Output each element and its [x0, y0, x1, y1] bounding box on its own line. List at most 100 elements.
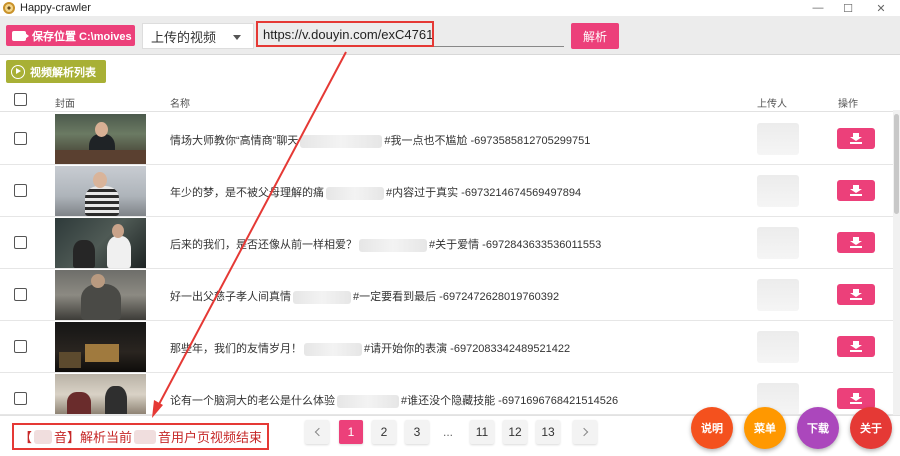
- video-thumbnail[interactable]: [55, 218, 146, 268]
- row-checkbox[interactable]: [14, 288, 27, 301]
- video-title-start: 情场大师教你“高情商”聊天: [170, 135, 299, 147]
- video-thumbnail[interactable]: [55, 374, 146, 414]
- folder-icon: [12, 30, 29, 41]
- video-title-end: #请开始你的表演 -6972083342489521422: [364, 343, 571, 355]
- download-icon: [850, 185, 862, 196]
- video-list-label: 视频解析列表: [30, 66, 96, 79]
- row-checkbox[interactable]: [14, 236, 27, 249]
- help-fab-button[interactable]: 说明: [691, 407, 733, 449]
- video-title-end: #内容过于真实 -6973214674569497894: [386, 187, 582, 199]
- row-checkbox[interactable]: [14, 184, 27, 197]
- video-title-end: #关于爱情 -6972843633536011553: [429, 239, 602, 251]
- window-title: Happy-crawler: [20, 2, 91, 14]
- title-bar: Happy-crawler: [0, 0, 900, 16]
- download-icon: [850, 341, 862, 352]
- chevron-left-icon: [314, 427, 323, 437]
- video-title-start: 论有一个脑洞大的老公是什么体验: [170, 395, 335, 407]
- menu-fab-button[interactable]: 菜单: [744, 407, 786, 449]
- video-title: 年少的梦，是不被父母理解的痛 #内容过于真实 -69732146745694978…: [170, 184, 581, 200]
- video-thumbnail[interactable]: [55, 166, 146, 216]
- table-row: 情场大师教你“高情商”聊天 #我一点也不尴尬 -69735858127052997…: [0, 113, 900, 165]
- download-fab-button[interactable]: 下载: [797, 407, 839, 449]
- save-location-button[interactable]: 保存位置 C:\moives: [6, 25, 135, 46]
- column-cover: 封面: [55, 99, 75, 110]
- video-title-start: 好一出父慈子孝人间真情: [170, 291, 291, 303]
- status-middle: 音】解析当前: [54, 430, 133, 445]
- redacted-text: [134, 429, 157, 444]
- download-button[interactable]: [837, 336, 875, 357]
- status-prefix: 【: [19, 430, 33, 445]
- status-message: 【 音】解析当前 音用户页视频结束: [12, 423, 270, 450]
- download-icon: [850, 133, 862, 144]
- page-button-1[interactable]: 1: [339, 420, 363, 444]
- download-button[interactable]: [837, 284, 875, 305]
- column-name: 名称: [170, 99, 190, 110]
- video-title: 好一出父慈子孝人间真情 #一定要看到最后 -6972472628019760392: [170, 288, 559, 304]
- redacted-text: [326, 186, 384, 200]
- redacted-text: [34, 429, 53, 444]
- download-button[interactable]: [837, 388, 875, 409]
- download-button[interactable]: [837, 128, 875, 149]
- page-button-2[interactable]: 2: [372, 420, 396, 444]
- redacted-text: [337, 394, 399, 408]
- video-title-end: #一定要看到最后 -6972472628019760392: [353, 291, 560, 303]
- video-source-value: 上传的视频: [151, 29, 217, 45]
- next-page-button[interactable]: [573, 420, 597, 444]
- status-suffix: 音用户页视频结束: [158, 430, 263, 445]
- uploader-redacted: [757, 227, 799, 259]
- video-title: 论有一个脑洞大的老公是什么体验 #谁还没个隐藏技能 -69716967684215…: [170, 392, 618, 408]
- video-title: 后来的我们，是否还像从前一样相爱？ #关于爱情 -6972843633536011…: [170, 236, 601, 252]
- chevron-right-icon: [579, 427, 588, 437]
- url-input[interactable]: [256, 21, 434, 47]
- row-checkbox[interactable]: [14, 392, 27, 405]
- select-all-checkbox[interactable]: [14, 93, 27, 106]
- save-location-label: 保存位置 C:\moives: [32, 30, 132, 43]
- page-button-11[interactable]: 11: [470, 420, 494, 444]
- play-circle-icon: [11, 64, 25, 79]
- video-title: 那些年，我们的友情岁月！ #请开始你的表演 -697208334248952142…: [170, 340, 570, 356]
- column-uploader: 上传人: [757, 99, 787, 110]
- uploader-redacted: [757, 175, 799, 207]
- video-source-select[interactable]: 上传的视频: [142, 23, 254, 49]
- download-icon: [850, 289, 862, 300]
- row-checkbox[interactable]: [14, 340, 27, 353]
- uploader-redacted: [757, 279, 799, 311]
- video-title-start: 后来的我们，是否还像从前一样相爱？: [170, 239, 357, 251]
- redacted-text: [359, 238, 427, 252]
- caret-down-icon: [233, 35, 241, 40]
- prev-page-button[interactable]: [305, 420, 329, 444]
- page-button-12[interactable]: 12: [503, 420, 527, 444]
- maximize-button[interactable]: ☐: [833, 0, 863, 16]
- video-thumbnail[interactable]: [55, 270, 146, 320]
- page-ellipsis: ...: [443, 425, 454, 439]
- scrollbar-thumb[interactable]: [894, 114, 899, 214]
- table-row: 好一出父慈子孝人间真情 #一定要看到最后 -6972472628019760392: [0, 269, 900, 321]
- uploader-redacted: [757, 331, 799, 363]
- table-row: 后来的我们，是否还像从前一样相爱？ #关于爱情 -6972843633536011…: [0, 217, 900, 269]
- download-button[interactable]: [837, 180, 875, 201]
- row-checkbox[interactable]: [14, 132, 27, 145]
- video-title: 情场大师教你“高情商”聊天 #我一点也不尴尬 -69735858127052997…: [170, 132, 590, 148]
- page-button-3[interactable]: 3: [405, 420, 429, 444]
- redacted-text: [300, 134, 383, 148]
- video-title-end: #谁还没个隐藏技能 -6971696768421514526: [401, 395, 619, 407]
- uploader-redacted: [757, 123, 799, 155]
- parse-button[interactable]: 解析: [571, 23, 619, 49]
- download-button[interactable]: [837, 232, 875, 253]
- redacted-text: [293, 290, 351, 304]
- page-button-13[interactable]: 13: [536, 420, 560, 444]
- close-window-button[interactable]: ✕: [866, 0, 896, 16]
- video-title-end: #我一点也不尴尬 -6973585812705299751: [384, 135, 591, 147]
- download-icon: [850, 393, 862, 404]
- app-logo-icon: [3, 2, 15, 14]
- about-fab-button[interactable]: 关于: [850, 407, 892, 449]
- table-row: 年少的梦，是不被父母理解的痛 #内容过于真实 -69732146745694978…: [0, 165, 900, 217]
- video-list-button[interactable]: 视频解析列表: [6, 60, 106, 83]
- video-title-start: 年少的梦，是不被父母理解的痛: [170, 187, 324, 199]
- minimize-button[interactable]: —: [803, 0, 833, 16]
- column-action: 操作: [838, 99, 858, 110]
- table-scrollbar[interactable]: [893, 110, 900, 415]
- video-title-start: 那些年，我们的友情岁月！: [170, 343, 302, 355]
- video-thumbnail[interactable]: [55, 322, 146, 372]
- video-thumbnail[interactable]: [55, 114, 146, 164]
